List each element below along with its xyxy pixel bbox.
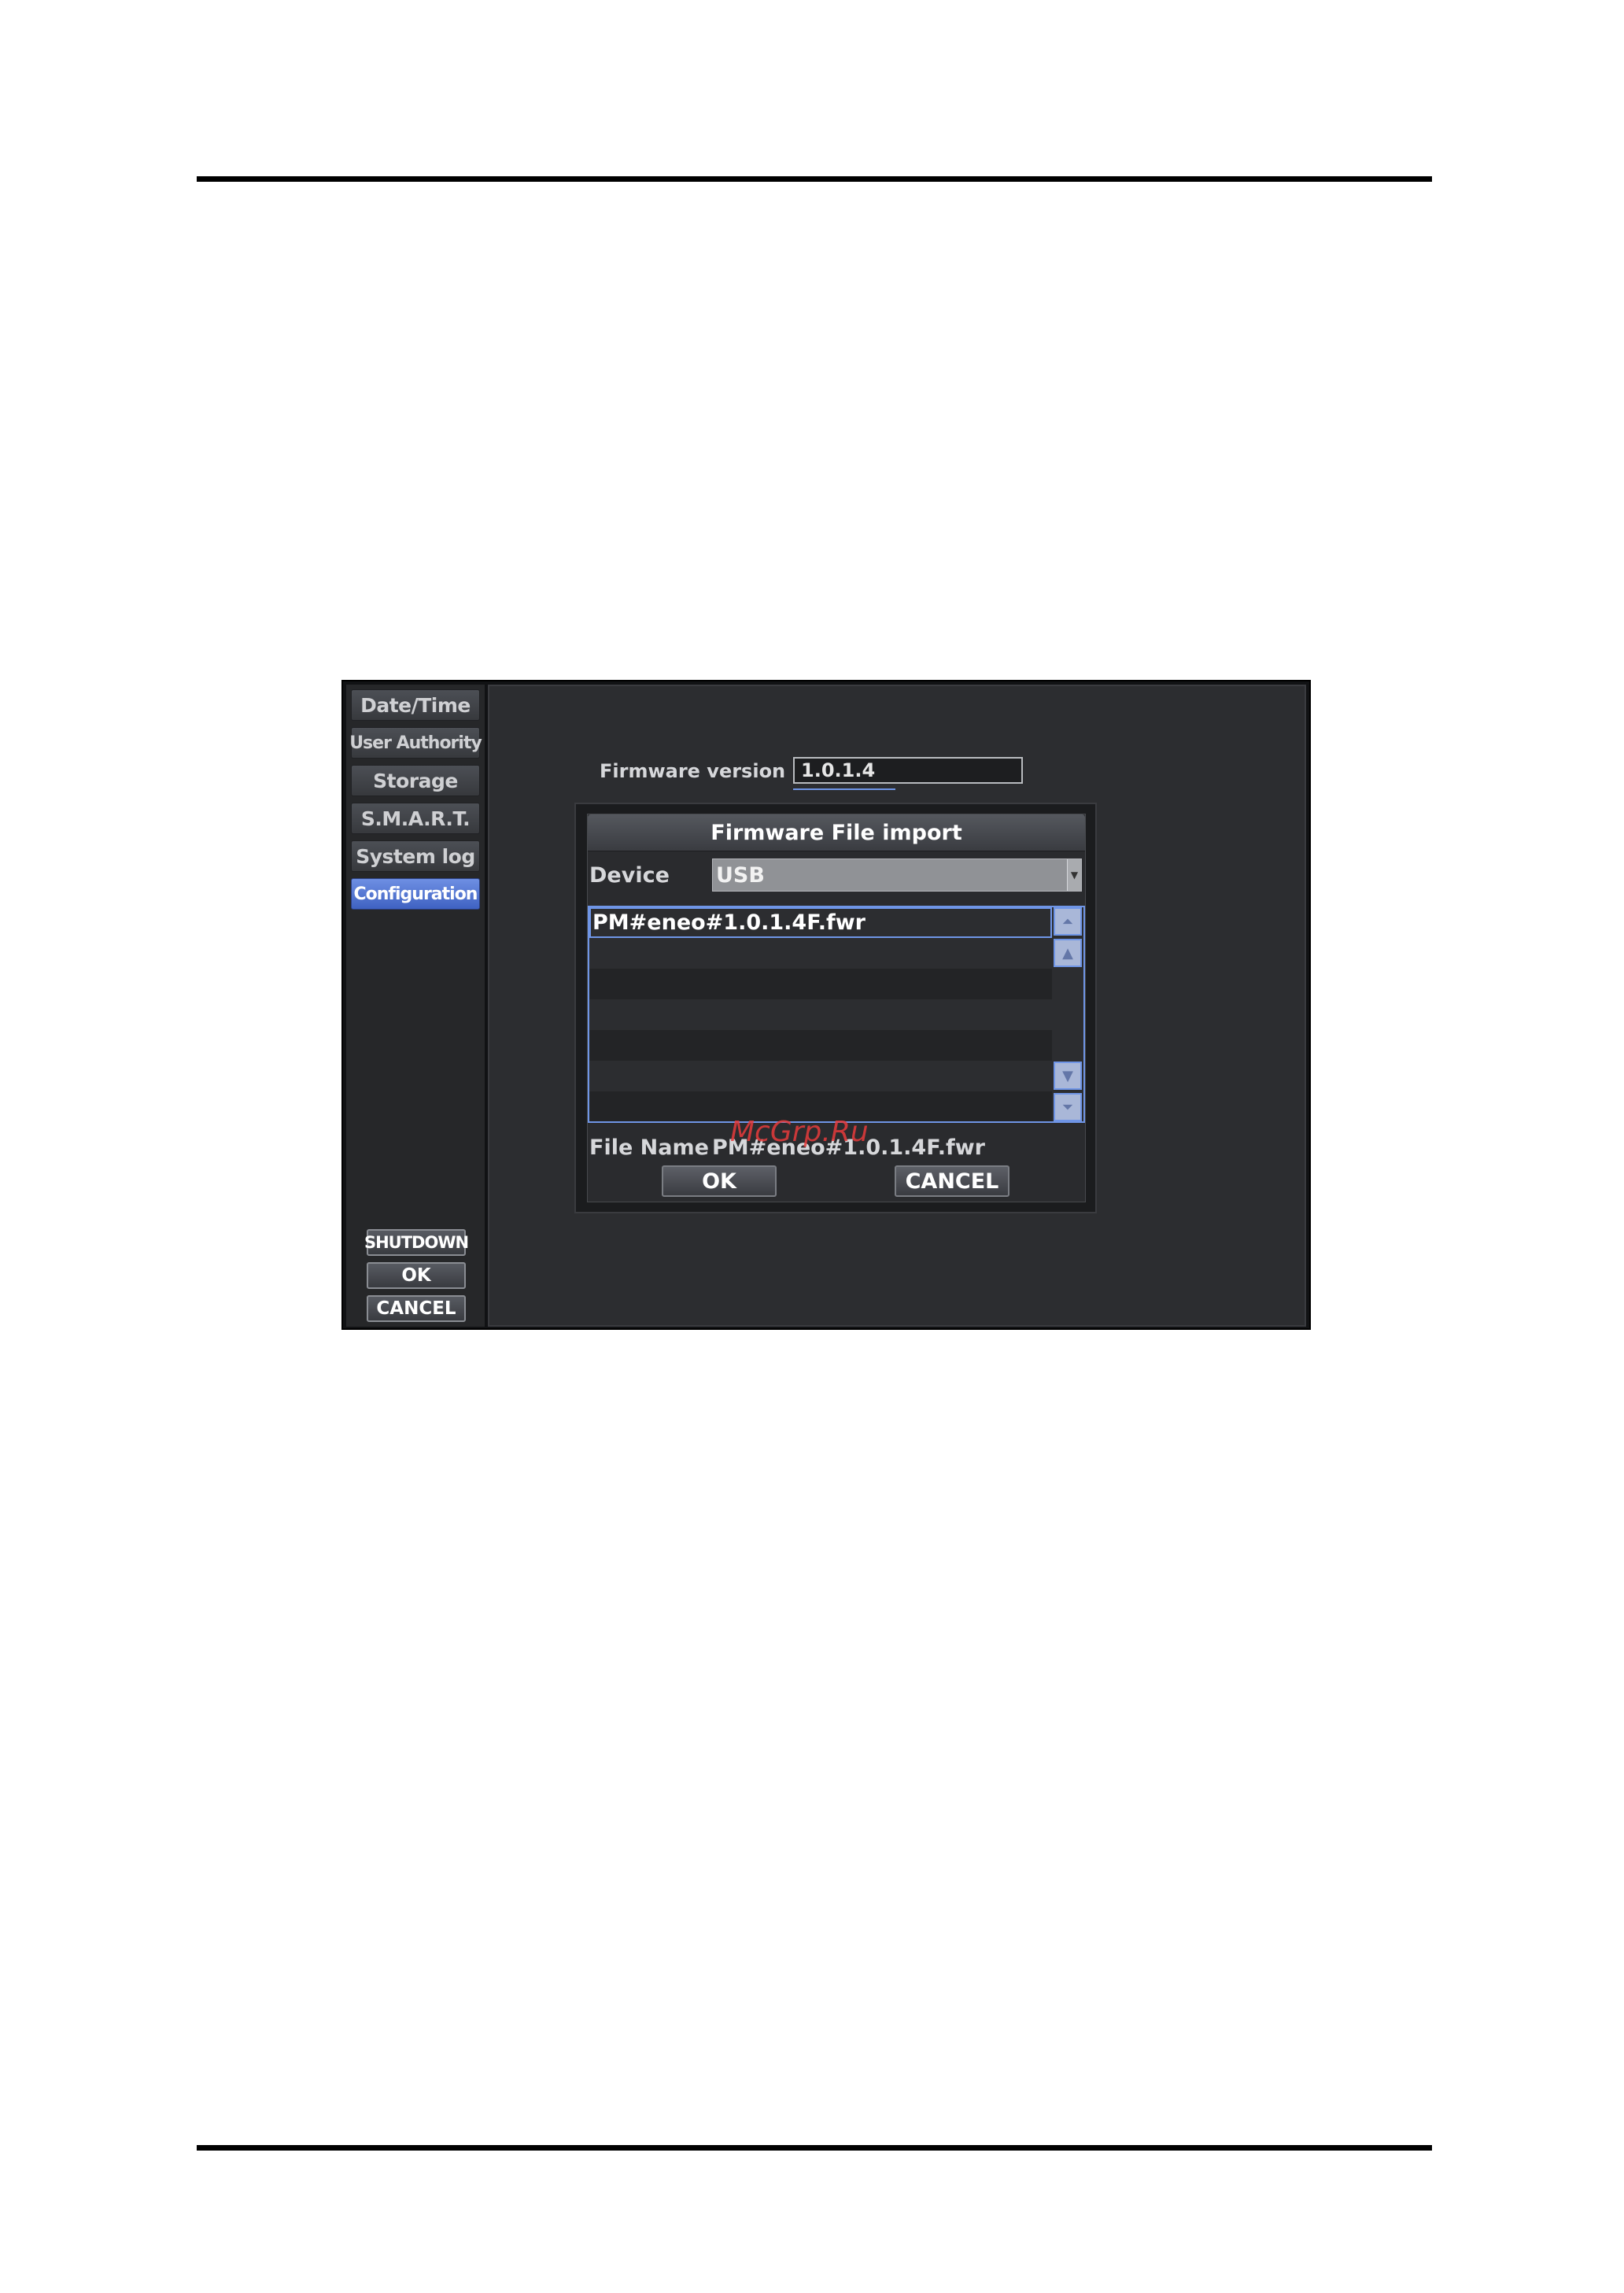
firmware-file-import-dialog: Firmware File import Device USB ▼ PM#ene… xyxy=(574,803,1097,1213)
list-item-empty xyxy=(589,1061,1052,1091)
firmware-version-field: 1.0.1.4 xyxy=(793,757,1023,784)
file-list[interactable]: PM#eneo#1.0.1.4F.fwr ⏶ ▲ ▼ ⏷ xyxy=(588,906,1085,1123)
shutdown-button[interactable]: SHUTDOWN xyxy=(364,1229,469,1256)
file-name-label: File Name xyxy=(589,1135,709,1160)
device-select-value: USB xyxy=(716,862,765,888)
scroll-top-icon[interactable]: ⏶ xyxy=(1054,907,1082,936)
partially-hidden-control xyxy=(793,788,895,795)
sidebar-item-user-authority[interactable]: User Authority xyxy=(349,727,482,759)
sidebar-item-system-log[interactable]: System log xyxy=(351,840,480,872)
dialog-ok-button[interactable]: OK xyxy=(662,1165,777,1197)
sidebar-item-smart[interactable]: S.M.A.R.T. xyxy=(351,803,480,834)
list-item-empty xyxy=(589,999,1052,1030)
scroll-up-icon[interactable]: ▲ xyxy=(1054,939,1082,967)
list-item[interactable]: PM#eneo#1.0.1.4F.fwr xyxy=(589,907,1052,938)
chevron-down-icon[interactable]: ▼ xyxy=(1067,859,1081,891)
scroll-down-icon[interactable]: ▼ xyxy=(1054,1062,1082,1090)
list-item-empty xyxy=(589,938,1052,969)
dialog-title: Firmware File import xyxy=(588,814,1085,851)
cancel-button[interactable]: CANCEL xyxy=(367,1295,466,1322)
list-item-empty xyxy=(589,969,1052,999)
device-select[interactable]: USB ▼ xyxy=(712,858,1082,892)
dialog-cancel-button[interactable]: CANCEL xyxy=(895,1165,1009,1197)
sidebar-item-date-time[interactable]: Date/Time xyxy=(351,689,480,721)
ok-button[interactable]: OK xyxy=(367,1262,466,1289)
sidebar-item-storage[interactable]: Storage xyxy=(351,765,480,796)
top-rule xyxy=(197,176,1432,182)
firmware-version-label: Firmware version xyxy=(600,760,786,782)
watermark-text: McGrp.Ru xyxy=(730,1116,869,1148)
sidebar-item-configuration[interactable]: Configuration xyxy=(351,878,480,910)
device-label: Device xyxy=(589,863,670,888)
list-item-empty xyxy=(589,1030,1052,1061)
bottom-rule xyxy=(197,2145,1432,2151)
settings-sidebar: Date/Time User Authority Storage S.M.A.R… xyxy=(346,685,485,1327)
list-scrollbar[interactable]: ⏶ ▲ ▼ ⏷ xyxy=(1052,907,1083,1121)
scroll-bottom-icon[interactable]: ⏷ xyxy=(1054,1093,1082,1121)
